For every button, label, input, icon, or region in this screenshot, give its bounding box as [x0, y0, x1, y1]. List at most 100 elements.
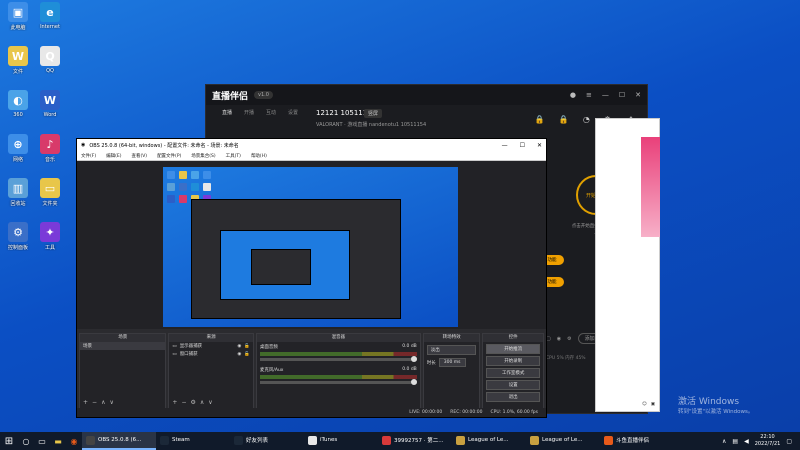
emoji-icon[interactable]: ☺ — [642, 402, 647, 407]
control-button[interactable]: 开始录制 — [486, 356, 540, 366]
live-tab[interactable]: 开播 — [244, 109, 254, 116]
duration-input[interactable]: 300 ms — [438, 358, 466, 367]
minimize-icon[interactable]: — — [502, 142, 508, 149]
live-tab[interactable]: 直播 — [222, 109, 232, 116]
slider-knob[interactable] — [410, 356, 417, 362]
slider-knob[interactable] — [410, 379, 417, 385]
down-icon[interactable]: ∨ — [208, 399, 212, 406]
network-icon[interactable]: ▤ — [732, 438, 738, 445]
stream-preview[interactable] — [163, 167, 458, 327]
transition-select[interactable]: 淡出 — [426, 345, 477, 355]
taskbar-app[interactable]: 39992757 · 第二... — [378, 432, 452, 450]
browser-icon[interactable]: ◉ — [66, 432, 82, 450]
taskbar-app-label: League of Le... — [468, 437, 509, 443]
close-icon[interactable]: ✕ — [537, 142, 542, 149]
source-item[interactable]: ▭ 显示器捕获 ◉ 🔓 — [169, 342, 252, 350]
live-tab[interactable]: 设置 — [288, 109, 298, 116]
desktop-icon[interactable]: ⊕ 网络 — [2, 134, 34, 174]
app-icon: W — [8, 46, 28, 66]
taskbar-app[interactable]: 斗鱼直播伴侣 — [600, 432, 674, 450]
image-icon[interactable]: ▣ — [651, 402, 655, 407]
start-button[interactable]: ⊞ — [0, 432, 18, 450]
app-icon: ▭ — [40, 178, 60, 198]
app-icon: ⚙ — [8, 222, 28, 242]
up-icon[interactable]: ∧ — [101, 399, 105, 406]
obs-window[interactable]: ◉ OBS 25.0.8 (64-bit, windows) - 配置文件: 未… — [76, 138, 547, 418]
maximize-icon[interactable]: ☐ — [520, 142, 525, 149]
menu-item[interactable]: 文件(F) — [81, 153, 96, 159]
taskbar-app[interactable]: Steam — [156, 432, 230, 450]
desktop-icon[interactable]: ⚙ 控制面板 — [2, 222, 34, 262]
desktop-icon[interactable]: ▥ 回收站 — [2, 178, 34, 218]
sources-dock: 来源 ▭ 显示器捕获 ◉ 🔓 ▭ 窗口捕获 ◉ 🔓 + − ⚙ ∧ ∨ — [168, 333, 254, 409]
preview-icon — [167, 195, 175, 203]
lock-icon[interactable]: 🔒 — [535, 115, 545, 126]
notification-icon[interactable]: ▢ — [786, 438, 792, 445]
taskbar-app[interactable]: OBS 25.0.8 (6... — [82, 432, 156, 450]
control-button[interactable]: 退出 — [486, 392, 540, 402]
desktop-icon[interactable]: ◐ 360 — [2, 90, 34, 130]
eye-icon[interactable]: ◉ — [237, 352, 241, 357]
controls-dock: 控件 开始推流 开始录制 工作室模式 设置 退出 — [482, 333, 544, 409]
menu-item[interactable]: 帮助(H) — [251, 153, 267, 159]
eye-icon[interactable]: ◉ — [237, 344, 241, 349]
mixer-header: 混音器 — [256, 334, 420, 342]
desktop-icon[interactable]: W Word — [34, 90, 66, 130]
add-icon[interactable]: + — [172, 399, 177, 406]
desktop-icon[interactable]: ♪ 音乐 — [34, 134, 66, 174]
source-item[interactable]: ▭ 窗口捕获 ◉ 🔓 — [169, 350, 252, 358]
up-icon[interactable]: ∧ — [200, 399, 204, 406]
volume-icon[interactable]: ◀ — [744, 438, 749, 445]
add-icon[interactable]: + — [83, 399, 88, 406]
task-view-icon[interactable]: ▭ — [34, 432, 50, 450]
clock[interactable]: 22:10 2022/7/21 — [755, 434, 781, 448]
control-button[interactable]: 开始推流 — [486, 344, 540, 354]
down-icon[interactable]: ∨ — [109, 399, 113, 406]
mic-icon[interactable]: ◉ — [557, 336, 561, 342]
taskbar-app[interactable]: 好友列表 — [230, 432, 304, 450]
avatar[interactable]: ● — [570, 91, 576, 99]
taskbar-app[interactable]: League of Le... — [452, 432, 526, 450]
taskbar-app[interactable]: iTunes — [304, 432, 378, 450]
app-icon: ▥ — [8, 178, 28, 198]
live-tab[interactable]: 互动 — [266, 109, 276, 116]
menu-item[interactable]: 编辑(E) — [106, 153, 121, 159]
remove-icon[interactable]: − — [92, 399, 97, 406]
menu-item[interactable]: 配置文件(P) — [157, 153, 181, 159]
desktop-icon[interactable]: ▣ 此电脑 — [2, 2, 34, 42]
chevron-up-icon[interactable]: ∧ — [722, 438, 726, 445]
channel-name: 麦克风/Aux — [259, 368, 284, 373]
lock-icon[interactable]: 🔓 — [244, 352, 250, 357]
maximize-icon[interactable]: ☐ — [619, 91, 625, 99]
control-button[interactable]: 工作室模式 — [486, 368, 540, 378]
browser-footer: ☺ ▣ — [596, 402, 659, 407]
menu-icon[interactable]: ≡ — [586, 91, 592, 99]
desktop-icon[interactable]: e Internet — [34, 2, 66, 42]
menu-item[interactable]: 场景集合(S) — [191, 153, 215, 159]
lock-icon[interactable]: 🔓 — [244, 344, 250, 349]
desktop-icon[interactable]: Q QQ — [34, 46, 66, 86]
search-icon[interactable]: ○ — [18, 432, 34, 450]
obs-titlebar: ◉ OBS 25.0.8 (64-bit, windows) - 配置文件: 未… — [77, 139, 546, 151]
file-explorer-icon[interactable]: ▬ — [50, 432, 66, 450]
close-icon[interactable]: ✕ — [635, 91, 641, 99]
browser-window[interactable]: ☺ ▣ — [595, 118, 660, 412]
menu-item[interactable]: 查看(V) — [131, 153, 147, 159]
remove-icon[interactable]: − — [181, 399, 186, 406]
taskbar-app[interactable]: League of Le... — [526, 432, 600, 450]
bell-icon[interactable]: ◔ — [583, 115, 590, 126]
preview-icon — [191, 183, 199, 191]
gear-icon[interactable]: ⚙ — [567, 336, 571, 342]
lock-icon[interactable]: 🔒 — [559, 115, 569, 126]
desktop-icon[interactable]: ▭ 文件夹 — [34, 178, 66, 218]
scene-item[interactable]: 场景 — [80, 342, 166, 350]
control-button[interactable]: 设置 — [486, 380, 540, 390]
app-icon: ♪ — [40, 134, 60, 154]
menu-item[interactable]: 工具(T) — [226, 153, 241, 159]
desktop-icon[interactable]: ✦ 工具 — [34, 222, 66, 262]
volume-slider[interactable] — [259, 379, 417, 385]
gear-icon[interactable]: ⚙ — [190, 399, 195, 406]
desktop-icon[interactable]: W 文件 — [2, 46, 34, 86]
minimize-icon[interactable]: — — [602, 91, 609, 99]
volume-slider[interactable] — [259, 356, 417, 362]
